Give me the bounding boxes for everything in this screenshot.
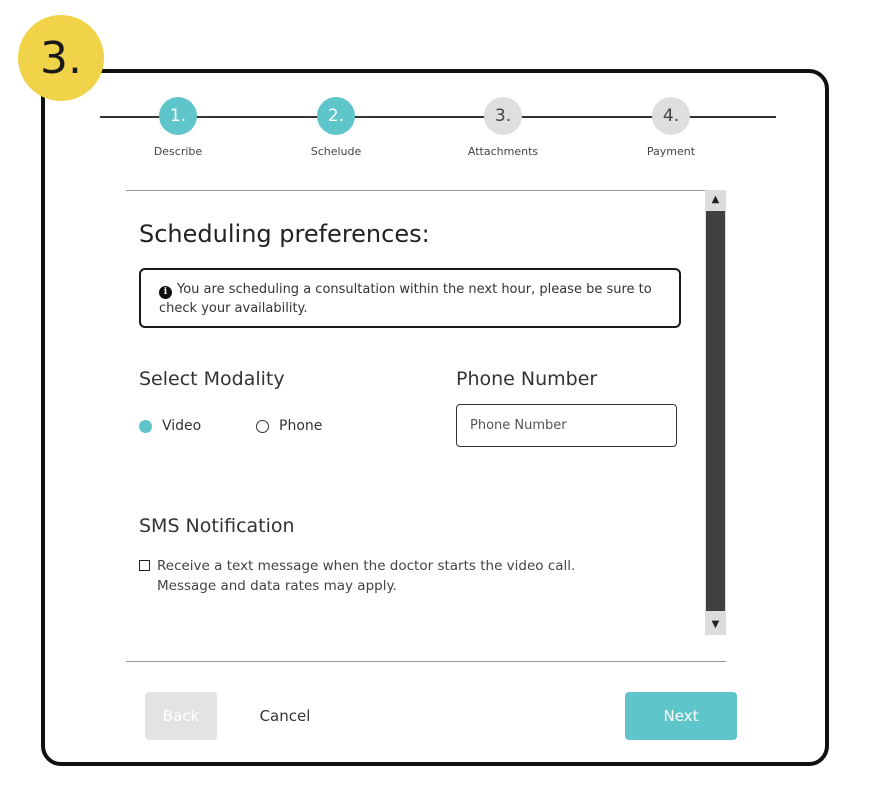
phone-number-title: Phone Number xyxy=(456,368,598,390)
phone-number-input[interactable] xyxy=(456,404,677,447)
scroll-down-arrow-icon[interactable]: ▼ xyxy=(705,615,726,635)
step-2-label: Schelude xyxy=(310,145,362,158)
step-3-label: Attachments xyxy=(467,145,539,158)
scrollbar[interactable]: ▲ ▼ xyxy=(705,190,726,635)
radio-video-label: Video xyxy=(162,418,202,434)
sms-consent-line1: Receive a text message when the doctor s… xyxy=(157,558,576,574)
radio-phone[interactable]: Phone xyxy=(256,418,322,434)
radio-video[interactable]: Video xyxy=(139,418,201,434)
radio-phone-label: Phone xyxy=(279,418,323,434)
step-3-circle: 3. xyxy=(484,97,522,135)
modality-title: Select Modality xyxy=(139,368,285,390)
scrollbar-thumb[interactable] xyxy=(706,211,725,611)
sms-consent-row[interactable]: Receive a text message when the doctor s… xyxy=(139,556,575,596)
step-describe[interactable]: 1. Describe xyxy=(118,97,238,158)
content-top-divider xyxy=(126,190,726,191)
step-2-circle: 2. xyxy=(317,97,355,135)
next-button[interactable]: Next xyxy=(625,692,737,740)
content-bottom-divider xyxy=(126,661,726,662)
info-message: You are scheduling a consultation within… xyxy=(159,282,652,316)
step-number-badge: 3. xyxy=(18,15,104,101)
step-4-circle: 4. xyxy=(652,97,690,135)
info-alert: i You are scheduling a consultation withi… xyxy=(139,268,681,328)
step-schedule[interactable]: 2. Schelude xyxy=(276,97,396,158)
radio-unselected-icon[interactable] xyxy=(256,419,269,433)
page-title: Scheduling preferences: xyxy=(139,220,430,248)
info-icon: i xyxy=(159,286,172,299)
step-4-label: Payment xyxy=(646,145,696,158)
scroll-up-arrow-icon[interactable]: ▲ xyxy=(705,190,726,210)
sms-consent-line2: Message and data rates may apply. xyxy=(157,578,397,594)
step-attachments[interactable]: 3. Attachments xyxy=(443,97,563,158)
radio-selected-icon[interactable] xyxy=(139,419,152,433)
step-payment[interactable]: 4. Payment xyxy=(611,97,731,158)
cancel-button[interactable]: Cancel xyxy=(249,692,321,740)
sms-notification-title: SMS Notification xyxy=(139,515,295,537)
step-1-circle: 1. xyxy=(159,97,197,135)
back-button[interactable]: Back xyxy=(145,692,217,740)
step-1-label: Describe xyxy=(153,145,203,158)
sms-checkbox[interactable] xyxy=(139,560,150,571)
